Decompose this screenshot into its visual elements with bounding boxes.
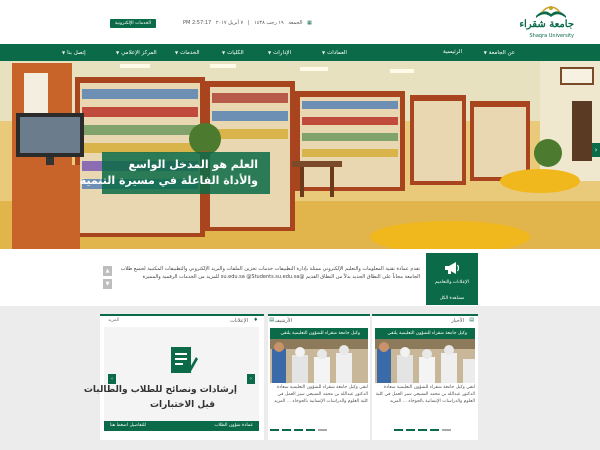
document-pen-icon [171, 347, 198, 373]
news-card-photo [375, 339, 475, 383]
chevron-down-icon: ▼ [116, 50, 120, 55]
chevron-down-icon: ▼ [105, 281, 110, 287]
view-all-link[interactable]: مشاهدة الكل [426, 296, 478, 301]
news-panel-title: الأخبار [451, 318, 464, 324]
logo-name-english: Shaqra University [529, 33, 574, 39]
chevron-down-icon: ▼ [222, 50, 226, 55]
announcements-box[interactable]: الإعلانات والتعاميم مشاهدة الكل [426, 253, 478, 305]
chevron-down-icon: ▼ [483, 50, 487, 55]
university-logo[interactable]: جامعة شقراء Shaqra University [519, 4, 582, 40]
library-photo [0, 61, 600, 249]
nav-item-media-center[interactable]: ▼ المركز الإعلامي [116, 44, 157, 61]
nav-item-contact[interactable]: ▼ إتصل بنا [62, 44, 86, 61]
nav-item-departments[interactable]: ▼ الإدارات [268, 44, 291, 61]
announcement-text[interactable]: تقدم عمادة تقنية المعلومات والتعليم الإل… [120, 265, 420, 281]
hero-caption-line-2: والأداة الفاعلة في مسيرة التنمية [79, 174, 258, 187]
news-card-text: لتقي وكيل جامعة شقراء للشؤون التعليمية س… [375, 385, 475, 404]
megaphone-icon [445, 262, 460, 274]
chevron-down-icon: ▼ [322, 50, 326, 55]
nav-item-deanships[interactable]: ▼ العمادات [322, 44, 347, 61]
nav-item-about[interactable]: ▼ عن الجامعة [484, 44, 515, 61]
eservices-label: الخدمات الإلكترونية [114, 21, 152, 26]
chevron-left-icon: ‹ [111, 376, 113, 382]
ads-more-link[interactable]: المزيد [108, 318, 119, 323]
chevron-up-icon: ▲ [105, 268, 110, 274]
guide-title-line-1: إرشادات ونصائح للطلاب والطالبات [83, 385, 237, 395]
calendar-icon: ▦ [307, 20, 312, 26]
time-readout: 2:57:17 PM [183, 20, 212, 26]
guide-footer-source: عمادة شؤون الطلاب [214, 423, 253, 428]
news-card-caption: وكيل جامعة شقراء للشؤون التعليمية يلتقي [375, 328, 475, 339]
hero-caption-line-1: العلم هو المدخل الواسع [128, 158, 258, 171]
date-hijri: ١٩ رجب ١٤٣٨ [254, 20, 284, 26]
guide-prev-button[interactable]: ‹ [108, 374, 116, 384]
newspaper-icon: ▤ [469, 317, 474, 323]
ads-guide-card[interactable]: إرشادات ونصائح للطلاب والطالبات قبل الاخ… [84, 327, 259, 431]
hero-next-button[interactable]: › [592, 143, 600, 157]
chevron-down-icon: ▼ [62, 50, 66, 55]
eservices-button[interactable]: الخدمات الإلكترونية [110, 19, 156, 28]
date-separator: | [247, 20, 250, 26]
announcement-down-button[interactable]: ▼ [103, 279, 112, 289]
guide-footer: عمادة شؤون الطلاب للتفاصيل اضغط هنا [104, 421, 259, 431]
announcement-up-button[interactable]: ▲ [103, 266, 112, 276]
hero-slider[interactable]: › [0, 61, 600, 249]
date-bar: ▦ الجمعة ١٩ رجب ١٤٣٨ | ٧ أبريل ٢٠١٧ 2:57… [180, 20, 312, 26]
news-card[interactable]: وكيل جامعة شقراء للشؤون التعليمية يلتقي … [375, 328, 475, 424]
nav-item-home[interactable]: الرئيسية [443, 44, 462, 61]
logo-book-icon [536, 6, 566, 18]
archive-panel-title: الأرشيف [274, 318, 292, 324]
main-navigation: الرئيسية ▼ عن الجامعة ▼ العمادات ▼ الإدارات… [0, 44, 600, 61]
archive-card-text: لتقي وكيل جامعة شقراء للشؤون التعليمية س… [274, 385, 368, 404]
guide-next-button[interactable]: › [247, 374, 255, 384]
archive-pagination[interactable] [270, 426, 330, 431]
chevron-right-icon: › [250, 376, 252, 382]
news-panel: الأخبار ▤ وكيل جامعة شقراء للشؤون التعلي… [372, 314, 478, 440]
archive-panel: الأرشيف ▤ وكيل جامعة شقراء للشؤون التعلي… [268, 314, 370, 440]
chevron-down-icon: ▼ [175, 50, 179, 55]
date-gregorian: ٧ أبريل ٢٠١٧ [215, 20, 244, 26]
archive-card-caption: وكيل جامعة شقراء للشؤون التعليمية يلتقي [270, 328, 368, 339]
hero-caption: العلم هو المدخل الواسع والأداة الفاعلة ف… [80, 152, 270, 194]
guide-title-line-2: قبل الاختبارات [149, 400, 215, 410]
announcements-label: الإعلانات والتعاميم [435, 280, 469, 285]
archive-card[interactable]: وكيل جامعة شقراء للشؤون التعليمية يلتقي … [270, 328, 368, 424]
chevron-right-icon: › [594, 146, 598, 154]
date-day: الجمعة [288, 20, 303, 26]
nav-item-services[interactable]: ▼ الخدمات [175, 44, 200, 61]
nav-item-colleges[interactable]: ▼ الكليات [222, 44, 244, 61]
archive-icon: ▤ [269, 317, 274, 323]
news-pagination[interactable] [394, 426, 454, 431]
guide-details-link[interactable]: للتفاصيل اضغط هنا [110, 421, 146, 431]
bell-icon: ♦ [253, 317, 258, 323]
chevron-down-icon: ▼ [268, 50, 272, 55]
logo-name-arabic: جامعة شقراء [519, 19, 574, 30]
ads-panel-title: الإعلانات [230, 318, 248, 324]
archive-card-photo [270, 339, 368, 383]
